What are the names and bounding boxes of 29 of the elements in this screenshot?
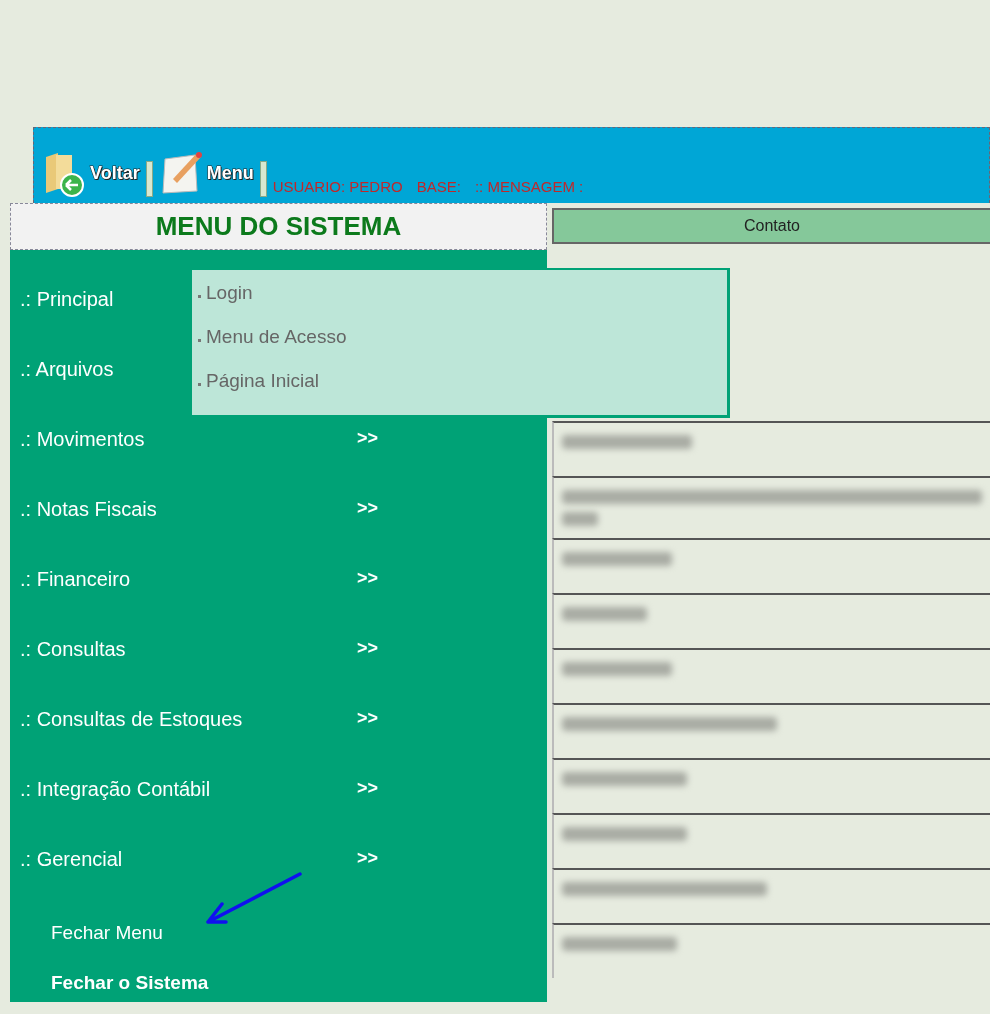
menu-title: MENU DO SISTEMA [10,203,547,250]
submenu-arrow[interactable]: >> [357,568,379,589]
submenu-item[interactable]: Página Inicial [198,370,721,392]
toolbar-separator [259,161,267,197]
menu-link[interactable]: Fechar Menu [51,922,209,944]
status-text: USUARIO: PEDRO [272,178,403,195]
status-text: :: MENSAGEM : [474,178,584,195]
column-header: Contato [552,208,990,244]
submenu-arrow[interactable]: >> [357,778,379,799]
menu-link[interactable]: Fechar o Sistema [51,972,209,994]
submenu-arrow[interactable]: >> [357,498,379,519]
menu-item[interactable]: .: Financeiro [20,568,357,591]
menu-item[interactable]: .: Integração Contábil [20,778,357,801]
submenu-arrow[interactable]: >> [357,708,379,729]
submenu-arrow[interactable]: >> [357,638,379,659]
blurred-text [562,512,598,526]
menu-item[interactable]: .: Notas Fiscais [20,498,357,521]
submenu-item[interactable]: Login [198,282,721,304]
submenu-arrow[interactable]: >> [357,428,379,449]
menu-item[interactable]: .: Movimentos [20,428,357,451]
toolbar-button[interactable]: Voltar [42,149,140,197]
status-text: BASE: [416,178,461,195]
menu-item[interactable]: .: Consultas de Estoques [20,708,357,731]
submenu-item[interactable]: Menu de Acesso [198,326,721,348]
menu-item[interactable]: .: Gerencial [20,848,357,871]
menu-item[interactable]: .: Consultas [20,638,357,661]
submenu-arrow[interactable]: >> [357,848,379,869]
toolbar-button[interactable]: Menu [158,149,254,197]
toolbar-separator [145,161,153,197]
